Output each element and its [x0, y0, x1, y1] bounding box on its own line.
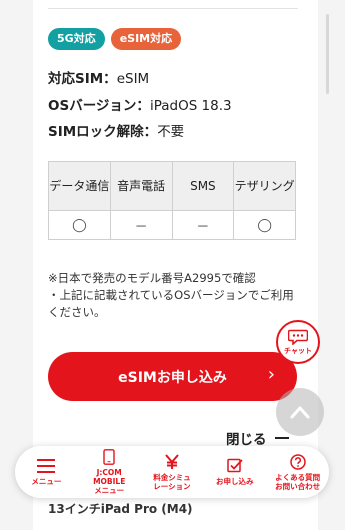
cell-voice: － [109, 210, 173, 240]
nav-item-apply[interactable]: お申し込み [208, 458, 262, 486]
spec-sim-value: eSIM [116, 71, 150, 87]
chevron-up-icon [290, 406, 310, 419]
compatibility-table: データ通信 音声電話 SMS テザリング ◯ － － ◯ [48, 161, 296, 240]
note-line-2: ・上記に記載されているOSバージョンでご利用 [48, 288, 294, 302]
note-line-3: ください。 [48, 305, 106, 319]
checkbox-icon [227, 458, 243, 474]
phone-icon [103, 449, 115, 465]
close-label: 閉じる [226, 432, 267, 448]
nav-label-menu: メニュー [31, 477, 62, 486]
col-header-tethering: テザリング [233, 161, 296, 211]
compatibility-note: ※日本で発売のモデル番号A2995で確認 ・上記に記載されているOSバージョンで… [48, 270, 306, 321]
nav-label-apply: お申し込み [216, 477, 254, 486]
spec-simlock-key: SIMロック解除： [48, 124, 158, 140]
badge-esim: eSIM対応 [110, 28, 182, 50]
col-header-sms: SMS [171, 161, 235, 211]
menu-icon [37, 458, 56, 474]
nav-item-faq[interactable]: よくある質問 お問い合わせ [271, 453, 325, 491]
cell-sms: － [171, 210, 235, 240]
spec-sim-key: 対応SIM： [48, 71, 117, 87]
esim-apply-label: eSIMお申し込み [118, 369, 227, 386]
close-toggle[interactable]: 閉じる [226, 428, 289, 448]
minus-icon [274, 437, 289, 439]
nav-item-simulation[interactable]: 料金シミュ レーション [145, 453, 199, 491]
chat-bubble-icon [288, 329, 308, 345]
feature-badges: 5G対応 eSIM対応 [48, 28, 182, 50]
esim-apply-button[interactable]: eSIMお申し込み › [48, 352, 297, 401]
table-header-row: データ通信 音声電話 SMS テザリング [48, 161, 296, 211]
col-header-data: データ通信 [48, 161, 111, 211]
nav-label-simulation: 料金シミュ レーション [153, 472, 191, 491]
col-header-voice: 音声電話 [109, 161, 173, 211]
scrollbar[interactable] [326, 14, 329, 94]
nav-item-menu[interactable]: メニュー [19, 458, 73, 486]
spec-sim: 対応SIM：eSIM [48, 67, 149, 87]
spec-os: OSバージョン：iPadOS 18.3 [48, 94, 232, 114]
divider [48, 8, 298, 9]
nav-item-jcom-mobile[interactable]: J:COM MOBILE メニュー [82, 449, 136, 495]
bottom-nav: メニュー J:COM MOBILE メニュー 料金シミュ レーション お申し込み… [15, 446, 329, 498]
chevron-right-icon: › [267, 364, 275, 385]
chat-button[interactable]: チャット [276, 320, 320, 364]
cell-tethering: ◯ [233, 210, 296, 240]
note-line-1: ※日本で発売のモデル番号A2995で確認 [48, 271, 256, 285]
nav-label-faq: よくある質問 お問い合わせ [275, 472, 321, 491]
cell-data: ◯ [48, 210, 111, 240]
table-row: ◯ － － ◯ [48, 210, 296, 240]
spec-os-key: OSバージョン： [48, 98, 150, 114]
spec-simlock-value: 不要 [157, 124, 185, 140]
spec-simlock: SIMロック解除：不要 [48, 120, 184, 140]
chat-label: チャット [284, 346, 312, 355]
badge-5g: 5G対応 [48, 28, 105, 50]
spec-os-value: iPadOS 18.3 [149, 98, 232, 114]
yen-icon [164, 453, 180, 470]
nav-label-jcom-mobile: J:COM MOBILE メニュー [93, 468, 126, 495]
next-device-title: 13インチiPad Pro (M4) [48, 502, 193, 516]
help-icon [289, 453, 306, 470]
